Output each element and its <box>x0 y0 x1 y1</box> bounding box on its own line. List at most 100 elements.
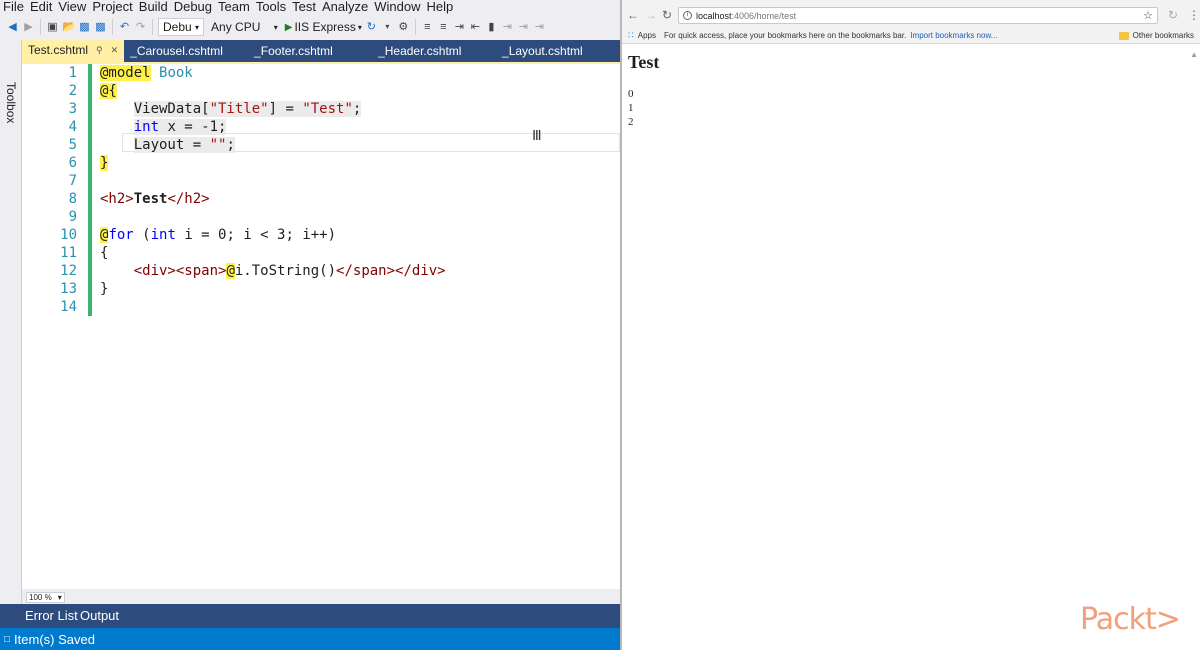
change-marker <box>88 136 92 154</box>
menu-window[interactable]: Window <box>371 0 423 14</box>
code-text: @model Book <box>100 64 193 82</box>
tab-label: _Footer.cshtml <box>254 44 333 58</box>
scroll-up-icon[interactable]: ▲ <box>1190 50 1198 59</box>
zoom-dropdown[interactable]: 100 % ▾ <box>26 592 65 603</box>
code-line: 11 { <box>22 244 620 262</box>
menu-debug[interactable]: Debug <box>171 0 215 14</box>
back-nav-icon[interactable]: ◀ <box>6 20 19 34</box>
solution-platform-dropdown[interactable]: Any CPU ▾ <box>207 18 282 36</box>
toolbar-separator <box>112 19 113 35</box>
line-number: 1 <box>68 65 77 81</box>
line-number: 13 <box>60 281 77 297</box>
chevron-down-icon[interactable]: ▾ <box>381 20 394 34</box>
play-icon: ▶ <box>284 21 293 33</box>
pin-icon[interactable]: ⚲ <box>96 45 103 56</box>
menu-tools[interactable]: Tools <box>253 0 289 14</box>
apps-link[interactable]: Apps <box>638 31 656 40</box>
code-editor[interactable]: 1 @model Book 2 @{ 3 ViewData["Title"] =… <box>22 64 620 589</box>
other-bookmarks[interactable]: Other bookmarks <box>1118 31 1194 40</box>
document-tab-bar: Test.cshtml ⚲ ✕ _Carousel.cshtml _Footer… <box>22 40 620 62</box>
extension-icon[interactable]: ↻ <box>1168 9 1178 21</box>
code-line: 13 } <box>22 280 620 298</box>
bookmark-next-icon[interactable]: ⇥ <box>517 20 530 34</box>
change-marker <box>88 226 92 244</box>
tab-label: _Layout.cshtml <box>502 44 583 58</box>
change-marker <box>88 172 92 190</box>
format-icon[interactable]: ≡ <box>437 20 450 34</box>
code-text: @{ <box>100 82 117 100</box>
menu-team[interactable]: Team <box>215 0 253 14</box>
code-text: ViewData["Title"] = "Test"; <box>100 100 362 118</box>
code-text: int x = -1; <box>100 118 227 136</box>
outdent-icon[interactable]: ⇤ <box>469 20 482 34</box>
tab-output[interactable]: Output <box>80 604 119 628</box>
format-icon[interactable]: ≡ <box>421 20 434 34</box>
menu-project[interactable]: Project <box>89 0 135 14</box>
menu-test[interactable]: Test <box>289 0 319 14</box>
redo-icon[interactable]: ↷ <box>134 20 147 34</box>
html-tag: <h2> <box>100 191 134 207</box>
undo-icon[interactable]: ↶ <box>118 20 131 34</box>
tab-error-list[interactable]: Error List <box>25 604 78 628</box>
code-token: ViewData[ <box>133 101 210 117</box>
address-bar[interactable]: i localhost:4006/home/test ☆ <box>678 7 1158 24</box>
code-token: ; <box>352 101 362 117</box>
code-line: 5 Layout = ""; <box>22 136 620 154</box>
save-icon[interactable]: ▩ <box>78 20 91 34</box>
bookmark-icon[interactable]: ▮ <box>485 20 498 34</box>
apps-grid-icon[interactable]: ∷ <box>628 30 634 41</box>
code-text: @for (int i = 0; i < 3; i++) <box>100 226 336 244</box>
browser-link-icon[interactable]: ⚙ <box>397 20 410 34</box>
indent-icon[interactable]: ⇥ <box>453 20 466 34</box>
code-line: 8 <h2>Test</h2> <box>22 190 620 208</box>
open-file-icon[interactable]: 📂 <box>62 20 76 34</box>
status-text: Item(s) Saved <box>14 631 95 647</box>
forward-icon[interactable]: → <box>645 9 657 21</box>
code-line: 12 <div><span>@i.ToString()</span></div> <box>22 262 620 280</box>
code-token: x = -1; <box>159 119 227 135</box>
forward-nav-icon[interactable]: ▶ <box>22 20 35 34</box>
bookmark-clear-icon[interactable]: ⇥ <box>533 20 546 34</box>
code-token: i = 0; i < 3; i++) <box>175 227 337 243</box>
save-all-icon[interactable]: ▩ <box>94 20 107 34</box>
menu-build[interactable]: Build <box>136 0 171 14</box>
new-project-icon[interactable]: ▣ <box>46 20 59 34</box>
other-bookmarks-label: Other bookmarks <box>1132 31 1194 40</box>
code-token: ] = <box>268 101 303 117</box>
menu-view[interactable]: View <box>55 0 89 14</box>
menu-icon[interactable]: ⋮ <box>1188 9 1200 21</box>
line-number: 11 <box>60 245 77 261</box>
menu-help[interactable]: Help <box>424 0 457 14</box>
back-icon[interactable]: ← <box>627 9 639 21</box>
refresh-icon[interactable]: ↻ <box>365 20 378 34</box>
code-line: 14 <box>22 298 620 316</box>
menu-edit[interactable]: Edit <box>27 0 55 14</box>
toolbox-label[interactable]: Toolbox <box>4 82 18 123</box>
folder-icon <box>1118 31 1129 40</box>
solution-configuration-dropdown[interactable]: Debu ▾ <box>158 18 205 36</box>
tab-header-cshtml[interactable]: _Header.cshtml <box>372 40 496 62</box>
string-literal: "Title" <box>209 101 269 117</box>
import-bookmarks-link[interactable]: Import bookmarks now... <box>910 31 997 40</box>
reload-icon[interactable]: ↻ <box>662 9 672 21</box>
tab-test-cshtml[interactable]: Test.cshtml ⚲ ✕ <box>22 40 125 62</box>
menu-file[interactable]: File <box>0 0 27 14</box>
toolbox-strip[interactable]: Toolbox <box>0 40 22 628</box>
info-icon[interactable]: i <box>683 11 692 20</box>
zoom-value: 100 % <box>29 593 52 602</box>
star-icon[interactable]: ☆ <box>1143 9 1153 22</box>
code-text: Layout = ""; <box>100 136 235 154</box>
menu-analyze[interactable]: Analyze <box>319 0 371 14</box>
bookmark-prev-icon[interactable]: ⇥ <box>501 20 514 34</box>
tab-carousel-cshtml[interactable]: _Carousel.cshtml <box>124 40 248 62</box>
close-icon[interactable]: ✕ <box>111 45 119 56</box>
tab-layout-cshtml[interactable]: _Layout.cshtml <box>496 40 620 62</box>
menu-bar: File Edit View Project Build Debug Team … <box>0 0 620 14</box>
code-line: 9 <box>22 208 620 226</box>
run-button[interactable]: ▶ IIS Express ▾ <box>285 20 362 34</box>
line-number: 4 <box>68 119 77 135</box>
line-number: 9 <box>68 209 77 225</box>
platform-value: Any CPU <box>211 20 261 34</box>
change-marker <box>88 64 92 82</box>
tab-footer-cshtml[interactable]: _Footer.cshtml <box>248 40 372 62</box>
